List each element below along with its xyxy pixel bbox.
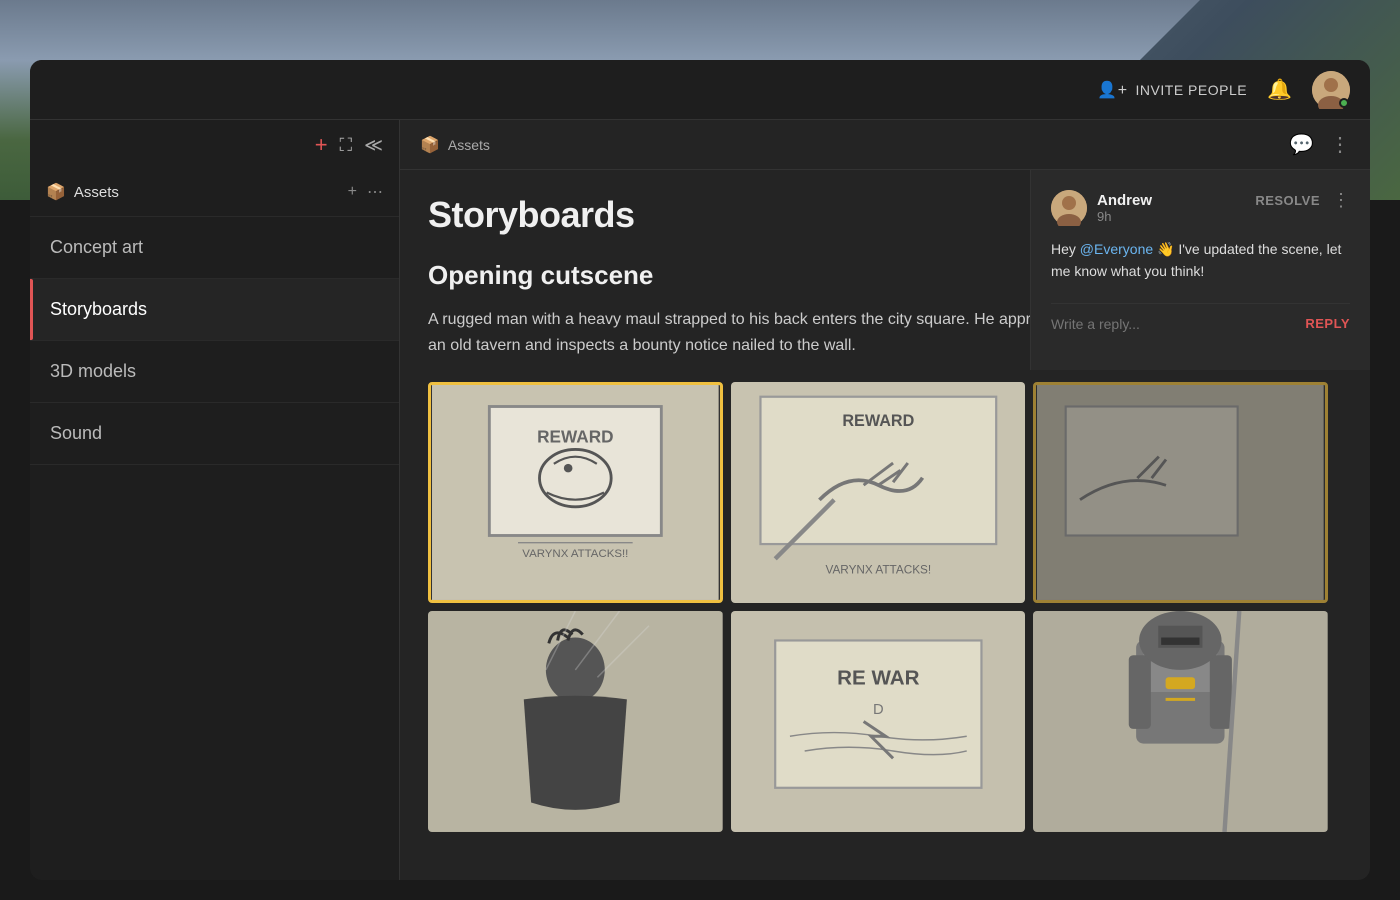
- online-indicator: [1339, 98, 1349, 108]
- scene-description: A rugged man with a heavy maul strapped …: [428, 307, 1088, 358]
- notification-button[interactable]: 🔔: [1267, 77, 1292, 102]
- ellipsis-vertical-icon: ⋮: [1332, 190, 1350, 210]
- collapse-icon: ≪: [364, 135, 383, 156]
- more-options-button[interactable]: ⋮: [1330, 132, 1350, 157]
- svg-text:RE WAR: RE WAR: [837, 667, 920, 690]
- plus-icon: +: [315, 132, 328, 158]
- commenter-info: Andrew 9h: [1051, 190, 1152, 226]
- comment-menu-button[interactable]: ⋮: [1332, 190, 1350, 211]
- svg-text:VARYNX ATTACKS!!: VARYNX ATTACKS!!: [522, 548, 628, 560]
- sidebar-item-sound[interactable]: Sound: [30, 403, 399, 465]
- nav-label: 3D models: [50, 361, 136, 382]
- comment-button[interactable]: 💬: [1289, 132, 1314, 157]
- svg-text:D: D: [873, 702, 884, 718]
- section-menu-button[interactable]: ⋯: [367, 182, 383, 202]
- storyboard-cell-6[interactable]: [1033, 611, 1328, 832]
- svg-text:REWARD: REWARD: [537, 427, 613, 447]
- assets-icon: 📦: [46, 182, 66, 202]
- nav-label: Sound: [50, 423, 102, 444]
- add-button[interactable]: +: [315, 132, 328, 158]
- commenter-avatar: [1051, 190, 1087, 226]
- invite-people-button[interactable]: 👤+ INVITE PEOPLE: [1097, 80, 1247, 100]
- nav-label: Storyboards: [50, 299, 147, 320]
- content-actions: 💬 ⋮: [1289, 132, 1350, 157]
- reply-button[interactable]: REPLY: [1305, 316, 1350, 331]
- ellipsis-vertical-icon: ⋮: [1330, 134, 1350, 156]
- collapse-button[interactable]: ≪: [364, 135, 383, 156]
- breadcrumb-text: Assets: [448, 137, 490, 153]
- sidebar-item-3d-models[interactable]: 3D models: [30, 341, 399, 403]
- sidebar-item-storyboards[interactable]: Storyboards: [30, 279, 399, 341]
- commenter-name: Andrew: [1097, 192, 1152, 209]
- breadcrumb-icon: 📦: [420, 135, 440, 155]
- storyboard-grid: REWARD VARYNX ATTACKS!!: [428, 382, 1328, 603]
- reply-input[interactable]: [1051, 316, 1305, 332]
- comment-body: Hey @Everyone 👋 I've updated the scene, …: [1051, 238, 1350, 283]
- app-body: + ⛶ ≪ 📦 Assets + ⋯: [30, 120, 1370, 880]
- content-header-bar: 📦 Assets 💬 ⋮: [400, 120, 1370, 170]
- comment-panel: Andrew 9h RESOLVE ⋮ Hey @Everyone 👋 I've…: [1030, 170, 1370, 370]
- expand-icon: ⛶: [340, 135, 353, 156]
- svg-text:REWARD: REWARD: [842, 412, 914, 430]
- breadcrumb: 📦 Assets: [420, 135, 490, 155]
- storyboard-bottom-grid: RE WAR D: [428, 611, 1328, 832]
- bell-icon: 🔔: [1267, 77, 1292, 102]
- header-actions: 👤+ INVITE PEOPLE 🔔: [1097, 71, 1350, 109]
- app-header: 👤+ INVITE PEOPLE 🔔: [30, 60, 1370, 120]
- commenter-details: Andrew 9h: [1097, 192, 1152, 224]
- comment-time: 9h: [1097, 209, 1152, 224]
- section-title: 📦 Assets: [46, 182, 119, 202]
- svg-text:VARYNX ATTACKS!: VARYNX ATTACKS!: [825, 564, 931, 577]
- assets-section: 📦 Assets + ⋯: [30, 170, 399, 217]
- invite-label: INVITE PEOPLE: [1136, 82, 1248, 98]
- resolve-button[interactable]: RESOLVE: [1255, 193, 1320, 208]
- user-avatar-container[interactable]: [1312, 71, 1350, 109]
- section-add-button[interactable]: +: [348, 183, 357, 201]
- section-title-label: Assets: [74, 184, 119, 201]
- storyboard-cell-4[interactable]: [428, 611, 723, 832]
- sidebar-item-concept-art[interactable]: Concept art: [30, 217, 399, 279]
- comment-actions: RESOLVE ⋮: [1255, 190, 1350, 211]
- storyboard-cell-5[interactable]: RE WAR D: [731, 611, 1026, 832]
- storyboard-cell-3[interactable]: [1033, 382, 1328, 603]
- mention: @Everyone: [1080, 241, 1153, 257]
- app-container: 👤+ INVITE PEOPLE 🔔 Saved: [30, 60, 1370, 880]
- section-actions: + ⋯: [348, 182, 383, 202]
- nav-label: Concept art: [50, 237, 143, 258]
- main-content: 📦 Assets 💬 ⋮ Storyboards Opening cutscen…: [400, 120, 1370, 880]
- storyboard-cell-1[interactable]: REWARD VARYNX ATTACKS!!: [428, 382, 723, 603]
- comment-header: Andrew 9h RESOLVE ⋮: [1051, 190, 1350, 226]
- expand-button[interactable]: ⛶: [340, 135, 353, 156]
- storyboard-cell-2[interactable]: REWARD VARYNX ATTACKS!: [731, 382, 1026, 603]
- comment-icon: 💬: [1289, 134, 1314, 156]
- reply-area: REPLY: [1051, 303, 1350, 332]
- sidebar: + ⛶ ≪ 📦 Assets + ⋯: [30, 120, 400, 880]
- add-person-icon: 👤+: [1097, 80, 1127, 100]
- sidebar-toolbar: + ⛶ ≪: [30, 120, 399, 170]
- section-header: 📦 Assets + ⋯: [46, 182, 383, 202]
